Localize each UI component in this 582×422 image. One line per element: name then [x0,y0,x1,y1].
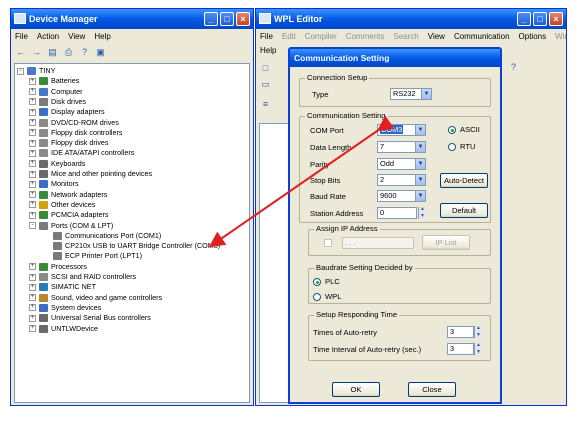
arrow-line [208,115,395,248]
annotation-arrow [208,115,395,248]
